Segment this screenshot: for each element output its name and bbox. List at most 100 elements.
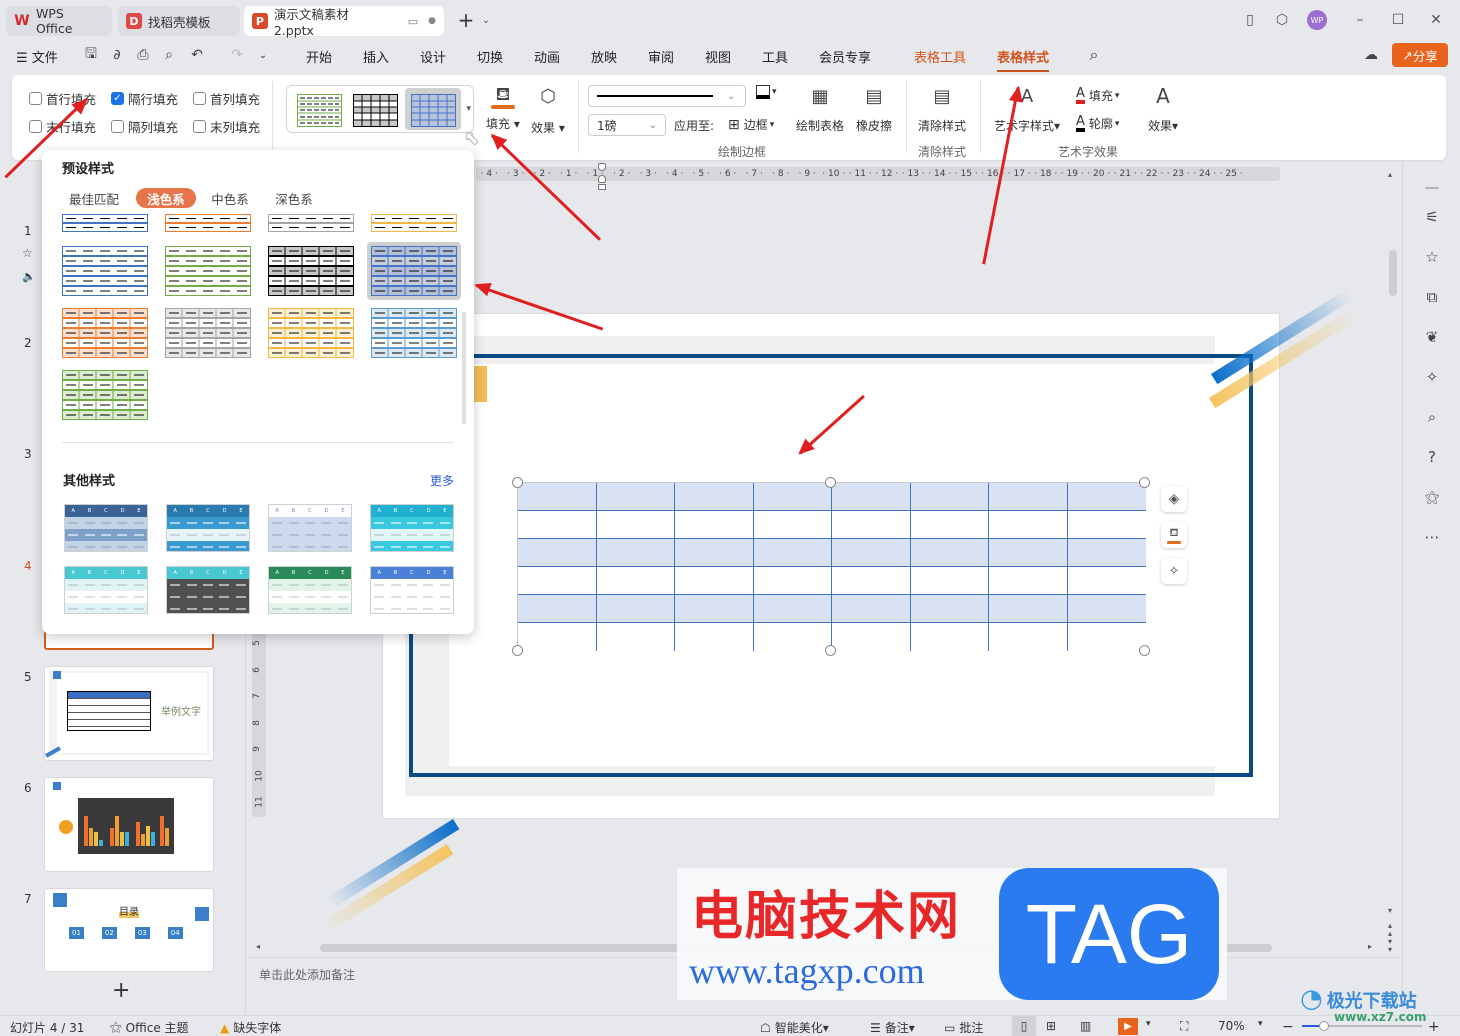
- other-style-swatch[interactable]: A B C D E: [166, 504, 250, 552]
- slide[interactable]: ◈ ⛾ ✧: [319, 289, 1360, 934]
- scroll-down-icon[interactable]: ▾: [1388, 906, 1392, 915]
- table-cell[interactable]: [753, 623, 832, 651]
- other-style-swatch[interactable]: A B C D E: [64, 566, 148, 614]
- redo-icon[interactable]: ↷: [228, 46, 246, 64]
- zoom-in-button[interactable]: +: [1428, 1019, 1440, 1035]
- table-cell[interactable]: [518, 539, 597, 567]
- preset-style-swatch[interactable]: [268, 246, 354, 296]
- print-icon[interactable]: ⎙: [134, 46, 152, 64]
- checkbox-last-column[interactable]: 末列填充: [193, 117, 260, 136]
- table-cell[interactable]: [832, 511, 911, 539]
- add-slide-button[interactable]: +: [112, 978, 130, 1003]
- table-cell[interactable]: [753, 483, 832, 511]
- design-shirt-icon[interactable]: ❦: [1421, 326, 1443, 348]
- tab-light[interactable]: 浅色系: [136, 188, 196, 208]
- menu-view[interactable]: 视图: [705, 47, 731, 66]
- other-style-swatch[interactable]: A B C D E: [370, 504, 454, 552]
- cloud-icon[interactable]: ☁: [1362, 46, 1380, 64]
- checkbox-banded-columns[interactable]: 隔列填充: [111, 117, 178, 136]
- table-cell[interactable]: [910, 511, 989, 539]
- table-cell[interactable]: [910, 595, 989, 623]
- table-cell[interactable]: [989, 567, 1068, 595]
- table-cell[interactable]: [989, 511, 1068, 539]
- theme-shirt-icon[interactable]: ⚝: [1421, 486, 1443, 508]
- other-style-swatch[interactable]: A B C D E: [268, 504, 352, 552]
- table-cell[interactable]: [1067, 483, 1146, 511]
- scroll-right-icon[interactable]: ▸: [1368, 942, 1372, 951]
- table-cell[interactable]: [1067, 511, 1146, 539]
- missing-font-button[interactable]: ▲ 缺失字体: [220, 1019, 281, 1036]
- table-cell[interactable]: [832, 539, 911, 567]
- zoom-out-button[interactable]: −: [1282, 1019, 1294, 1035]
- tab-docer[interactable]: D 找稻壳模板: [118, 6, 240, 36]
- table-cell[interactable]: [596, 595, 675, 623]
- scroll-up-icon[interactable]: ▴: [1388, 170, 1392, 179]
- save-icon[interactable]: 🖫: [82, 46, 100, 64]
- book-search-icon[interactable]: ⌕: [1421, 406, 1443, 428]
- checkbox-box[interactable]: [29, 92, 42, 105]
- gallery-expand-icon[interactable]: ▾: [466, 104, 471, 114]
- style-thumb-blue-selected[interactable]: [411, 94, 456, 127]
- table-cell[interactable]: [518, 483, 597, 511]
- table-cell[interactable]: [596, 483, 675, 511]
- tab-wps-office[interactable]: W WPS Office: [6, 6, 112, 36]
- menu-tools[interactable]: 工具: [762, 47, 788, 66]
- checkbox-box[interactable]: [193, 92, 206, 105]
- screen-icon[interactable]: ▭: [408, 15, 418, 28]
- layers-float-button[interactable]: ◈: [1161, 486, 1187, 512]
- prev-slide-icon[interactable]: ▴ ▴: [1388, 922, 1392, 938]
- table-cell[interactable]: [753, 567, 832, 595]
- normal-view-button[interactable]: ▯: [1012, 1016, 1036, 1036]
- avatar[interactable]: WP: [1307, 10, 1327, 30]
- next-slide-icon[interactable]: ▾ ▾: [1388, 938, 1392, 954]
- menu-slideshow[interactable]: 放映: [591, 47, 617, 66]
- zoom-level[interactable]: 70%: [1218, 1019, 1245, 1033]
- table-cell[interactable]: [910, 567, 989, 595]
- theme-button[interactable]: ⚝ Office 主题: [110, 1019, 189, 1036]
- draw-table-button[interactable]: ▦ 绘制表格: [796, 83, 844, 134]
- checkbox-box[interactable]: [29, 120, 42, 133]
- print-preview-icon[interactable]: ⌕: [160, 46, 178, 64]
- preset-style-swatch[interactable]: [62, 246, 148, 296]
- preset-style-swatch[interactable]: [268, 308, 354, 358]
- file-menu[interactable]: ☰ 文件: [16, 47, 58, 66]
- vertical-scrollbar[interactable]: [1389, 250, 1397, 296]
- table-cell[interactable]: [518, 511, 597, 539]
- new-tab-button[interactable]: +: [456, 8, 476, 32]
- table-cell[interactable]: [596, 567, 675, 595]
- scroll-left-icon[interactable]: ◂: [256, 942, 260, 951]
- slide-thumb-5[interactable]: 举例文字: [44, 666, 214, 761]
- share-button[interactable]: ↗ 分享: [1392, 43, 1448, 67]
- table-cell[interactable]: [1067, 539, 1146, 567]
- comments-button[interactable]: ▭ 批注: [944, 1019, 983, 1036]
- clear-style-button[interactable]: ▤ 清除样式: [918, 83, 966, 134]
- close-icon[interactable]: ✕: [1426, 10, 1446, 30]
- preset-style-swatch[interactable]: [62, 308, 148, 358]
- tab-presentation[interactable]: P 演示文稿素材2.pptx ▭ ●: [244, 6, 444, 38]
- tab-best-match[interactable]: 最佳匹配: [64, 188, 124, 208]
- eraser-button[interactable]: ▤ 橡皮擦: [856, 83, 892, 134]
- table-cell[interactable]: [832, 623, 911, 651]
- other-style-swatch[interactable]: A B C D E: [268, 566, 352, 614]
- preset-style-swatch[interactable]: [165, 308, 251, 358]
- resize-handle-se[interactable]: [1139, 645, 1150, 656]
- table-cell[interactable]: [675, 511, 754, 539]
- table-cell[interactable]: [753, 511, 832, 539]
- play-slideshow-button[interactable]: ▶: [1118, 1018, 1138, 1035]
- table-cell[interactable]: [596, 511, 675, 539]
- play-options-chevron-icon[interactable]: ▾: [1146, 1019, 1151, 1029]
- tab-dark[interactable]: 深色系: [264, 188, 324, 208]
- line-weight-select[interactable]: 1磅 ⌄: [588, 114, 666, 136]
- menu-design[interactable]: 设计: [420, 47, 446, 66]
- indent-marker[interactable]: [598, 163, 606, 191]
- table-cell[interactable]: [832, 483, 911, 511]
- menu-table-tools[interactable]: 表格工具: [914, 47, 966, 66]
- menu-transitions[interactable]: 切换: [477, 47, 503, 66]
- reading-view-button[interactable]: ▥: [1080, 1019, 1091, 1033]
- checkbox-box-checked[interactable]: ✓: [111, 92, 124, 105]
- table-cell[interactable]: [518, 623, 597, 651]
- table-cell[interactable]: [596, 539, 675, 567]
- table-cell[interactable]: [753, 539, 832, 567]
- menu-review[interactable]: 审阅: [648, 47, 674, 66]
- style-thumb-green[interactable]: [297, 94, 342, 127]
